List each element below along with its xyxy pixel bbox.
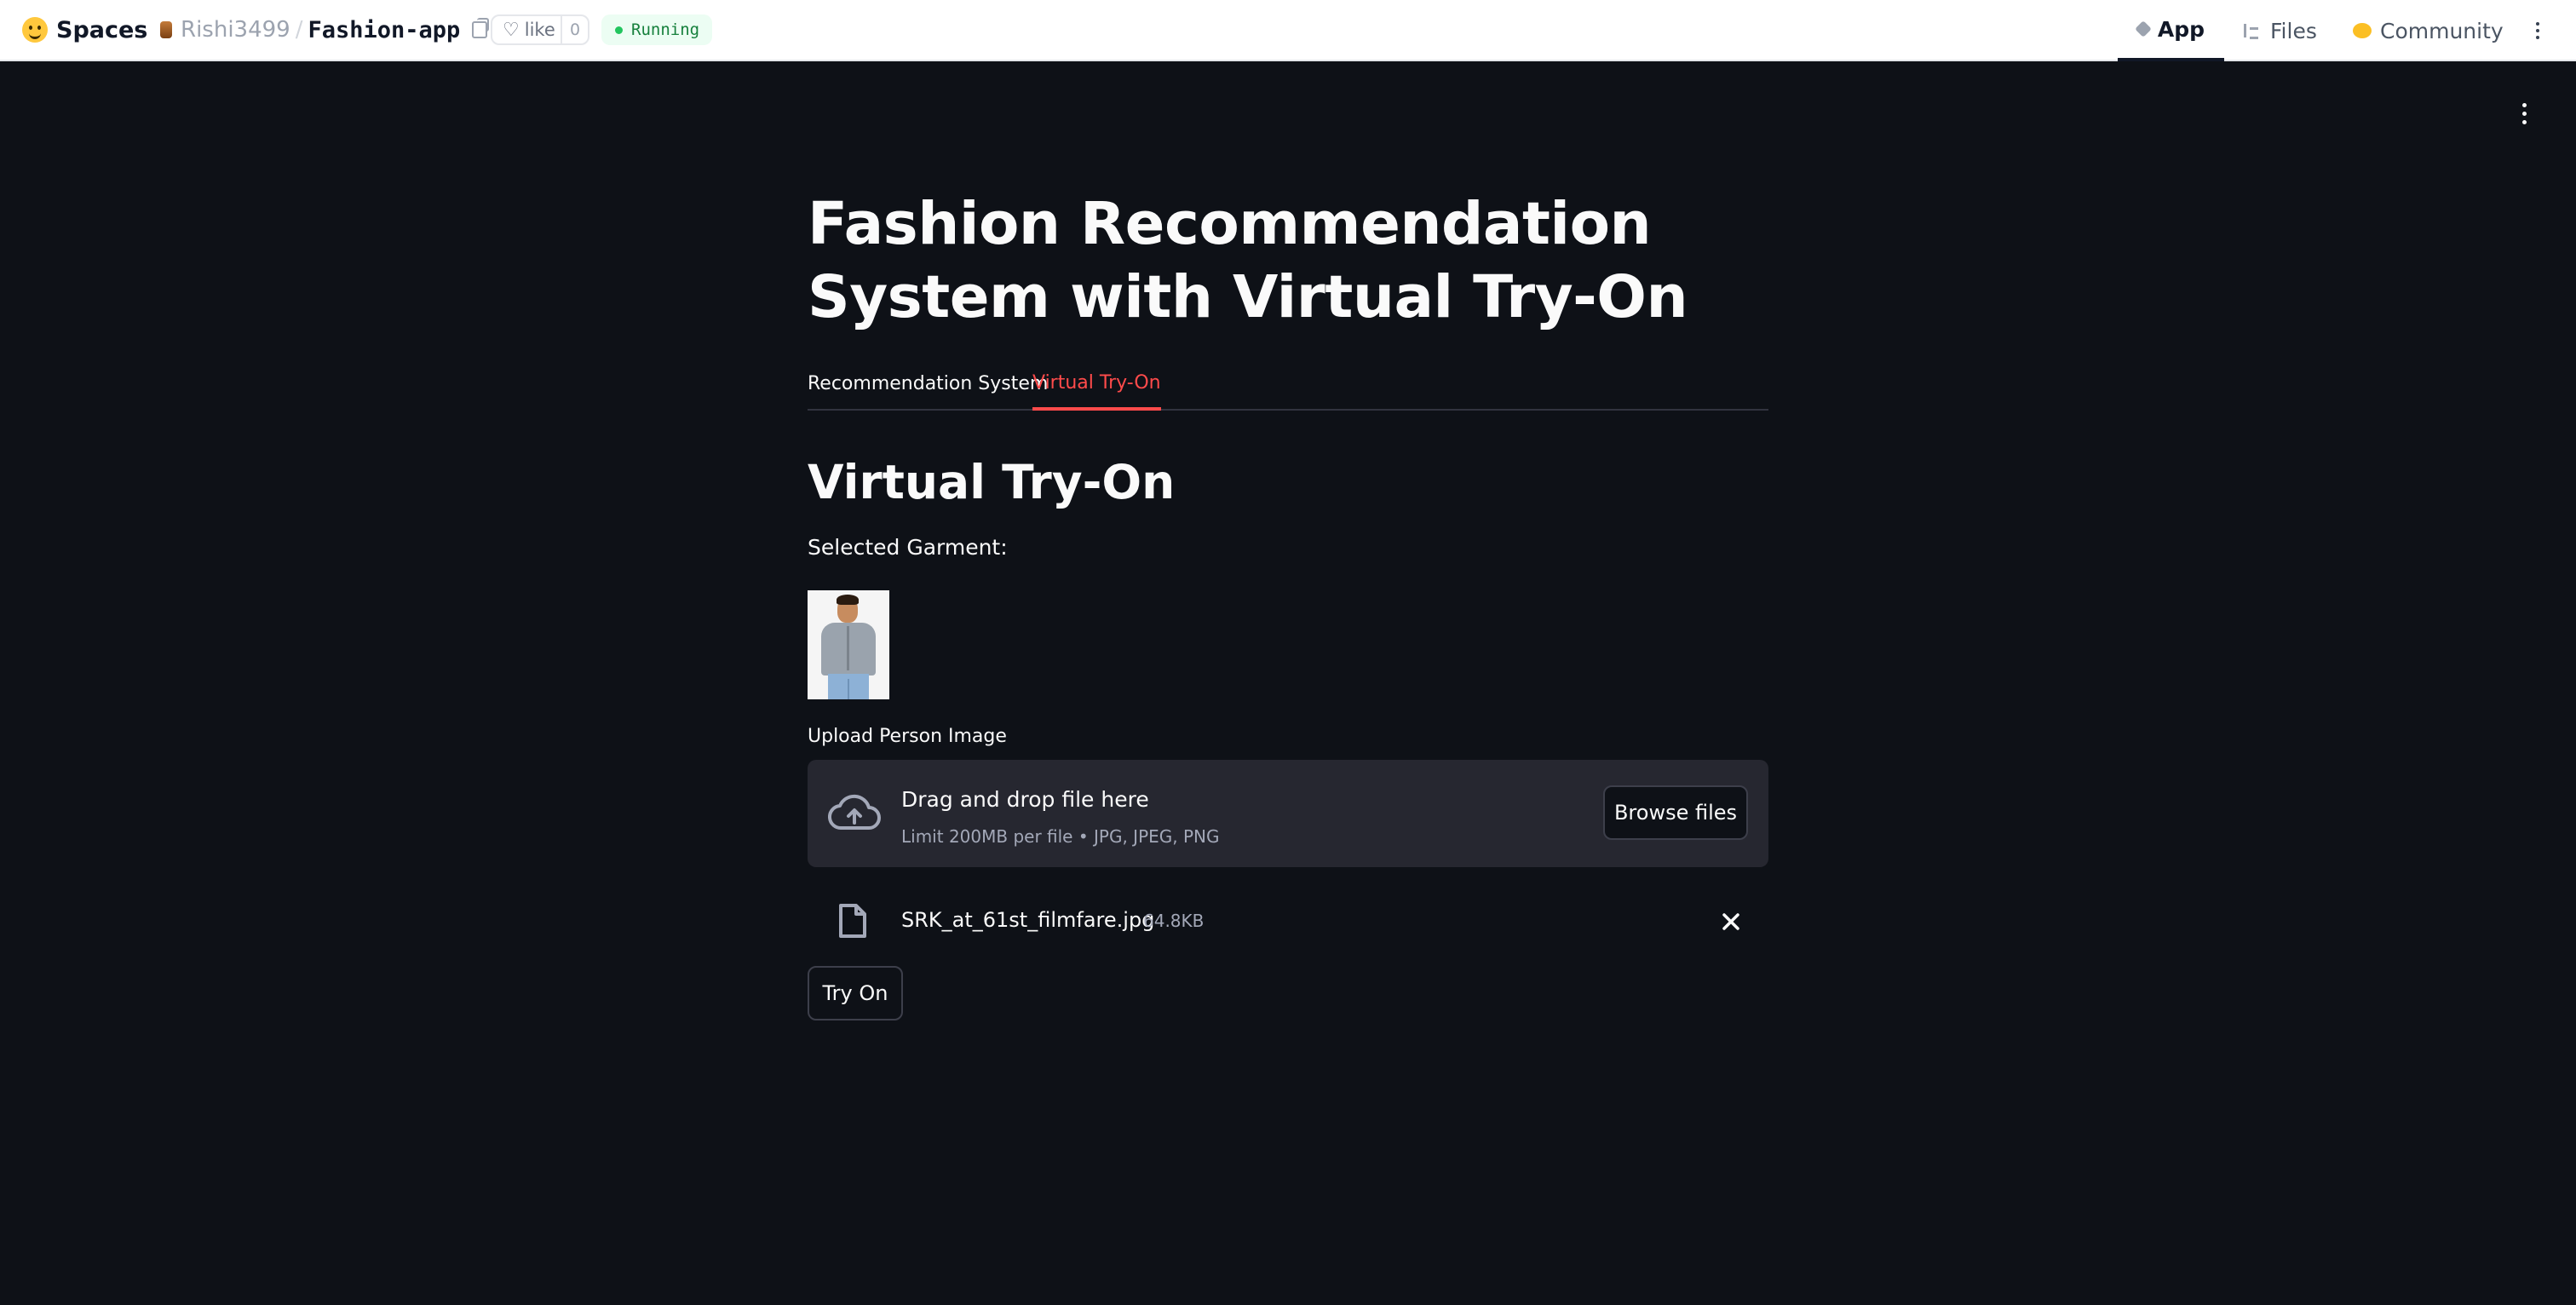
like-button[interactable]: ♡ like 0: [491, 14, 589, 45]
tab-app[interactable]: App: [2118, 0, 2224, 61]
section-heading: Virtual Try-On: [808, 455, 1176, 509]
owner-link[interactable]: Rishi3499: [181, 17, 290, 43]
tab-community[interactable]: Community: [2353, 0, 2504, 61]
app-menu-icon[interactable]: [2518, 101, 2530, 126]
uploaded-file-size: 64.8KB: [1143, 911, 1205, 931]
community-icon: [2353, 23, 2372, 38]
tab-community-label: Community: [2380, 18, 2504, 43]
tab-files-label: Files: [2270, 18, 2317, 43]
file-dropzone[interactable]: Drag and drop file here Limit 200MB per …: [808, 760, 1768, 867]
dropzone-text: Drag and drop file here: [901, 787, 1149, 812]
tab-bar: Recommendation System Virtual Try-On: [808, 358, 1768, 411]
garment-label: Selected Garment:: [808, 535, 1008, 560]
garment-image: [808, 590, 889, 699]
cube-icon: [2135, 20, 2152, 37]
brand-name: Spaces: [56, 16, 148, 43]
uploaded-file-name: SRK_at_61st_filmfare.jpg: [901, 908, 1155, 932]
space-breadcrumb: Rishi3499 / Fashion-app: [160, 14, 490, 46]
tab-virtual-try-on[interactable]: Virtual Try-On: [1032, 358, 1161, 411]
upload-label: Upload Person Image: [808, 726, 1007, 747]
tab-app-label: App: [2157, 16, 2205, 42]
try-on-button[interactable]: Try On: [808, 966, 903, 1020]
status-text: Running: [631, 20, 700, 39]
heart-icon: ♡: [503, 19, 520, 41]
like-label: like: [524, 20, 555, 40]
spaces-home-link[interactable]: Spaces: [22, 14, 147, 46]
tab-recommendation-system[interactable]: Recommendation System: [808, 358, 1048, 409]
uploaded-file-row: SRK_at_61st_filmfare.jpg 64.8KB: [808, 894, 1768, 949]
owner-avatar: [160, 21, 172, 38]
like-count: 0: [561, 16, 588, 43]
files-icon: [2244, 24, 2262, 39]
cloud-upload-icon: [828, 794, 881, 835]
copy-icon[interactable]: [472, 18, 490, 38]
file-icon: [838, 903, 867, 942]
breadcrumb-separator: /: [295, 17, 303, 43]
status-dot-icon: [615, 26, 623, 34]
hf-top-bar: Spaces Rishi3499 / Fashion-app ♡ like 0 …: [0, 0, 2576, 61]
status-badge: Running: [601, 14, 712, 45]
close-icon[interactable]: [1721, 911, 1741, 932]
dropzone-limit: Limit 200MB per file • JPG, JPEG, PNG: [901, 826, 1220, 847]
page-title: Fashion Recommendation System with Virtu…: [808, 190, 1688, 331]
kebab-menu-icon[interactable]: [2532, 15, 2544, 46]
hugging-face-icon: [22, 17, 48, 43]
space-name-link[interactable]: Fashion-app: [308, 17, 460, 43]
app-frame: Fashion Recommendation System with Virtu…: [0, 61, 2576, 1305]
tab-files[interactable]: Files: [2244, 0, 2317, 61]
browse-files-button[interactable]: Browse files: [1603, 785, 1748, 840]
